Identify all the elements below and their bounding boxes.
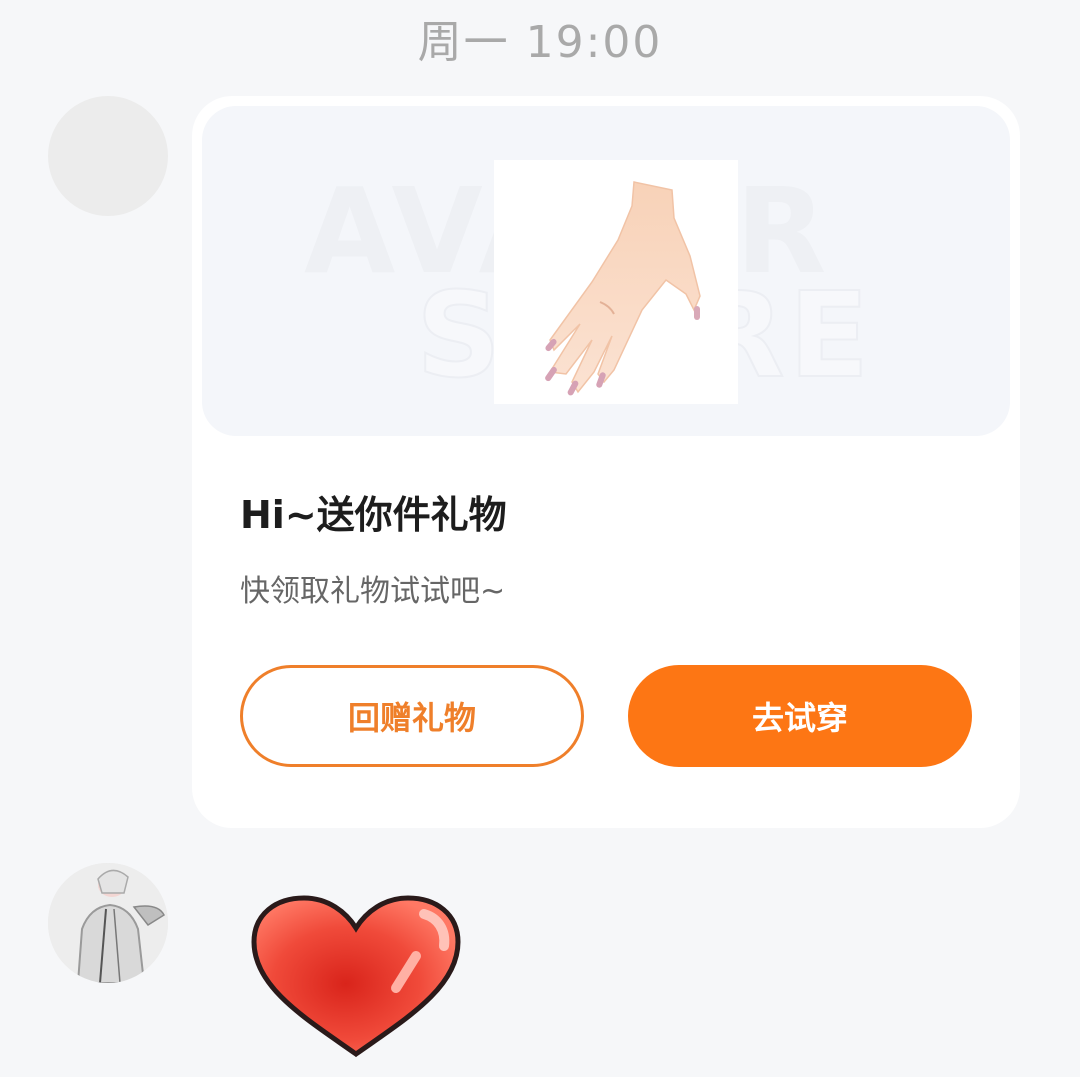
- avatar-figure-icon: [48, 863, 168, 983]
- my-avatar[interactable]: [48, 863, 168, 983]
- gift-banner: AVATAR STORE: [202, 106, 1010, 436]
- sender-avatar[interactable]: [48, 96, 168, 216]
- heart-icon[interactable]: [248, 892, 464, 1062]
- hand-with-nails-icon: [494, 160, 738, 404]
- gift-subtitle: 快领取礼物试试吧~: [240, 574, 506, 609]
- gift-message-card[interactable]: AVATAR STORE Hi~送你件礼物 快领取礼物试试吧~ 回赠: [192, 96, 1020, 828]
- return-gift-button[interactable]: 回赠礼物: [240, 665, 584, 767]
- gift-title: Hi~送你件礼物: [240, 493, 507, 537]
- message-timestamp: 周一 19:00: [417, 17, 663, 68]
- try-on-button[interactable]: 去试穿: [628, 665, 972, 767]
